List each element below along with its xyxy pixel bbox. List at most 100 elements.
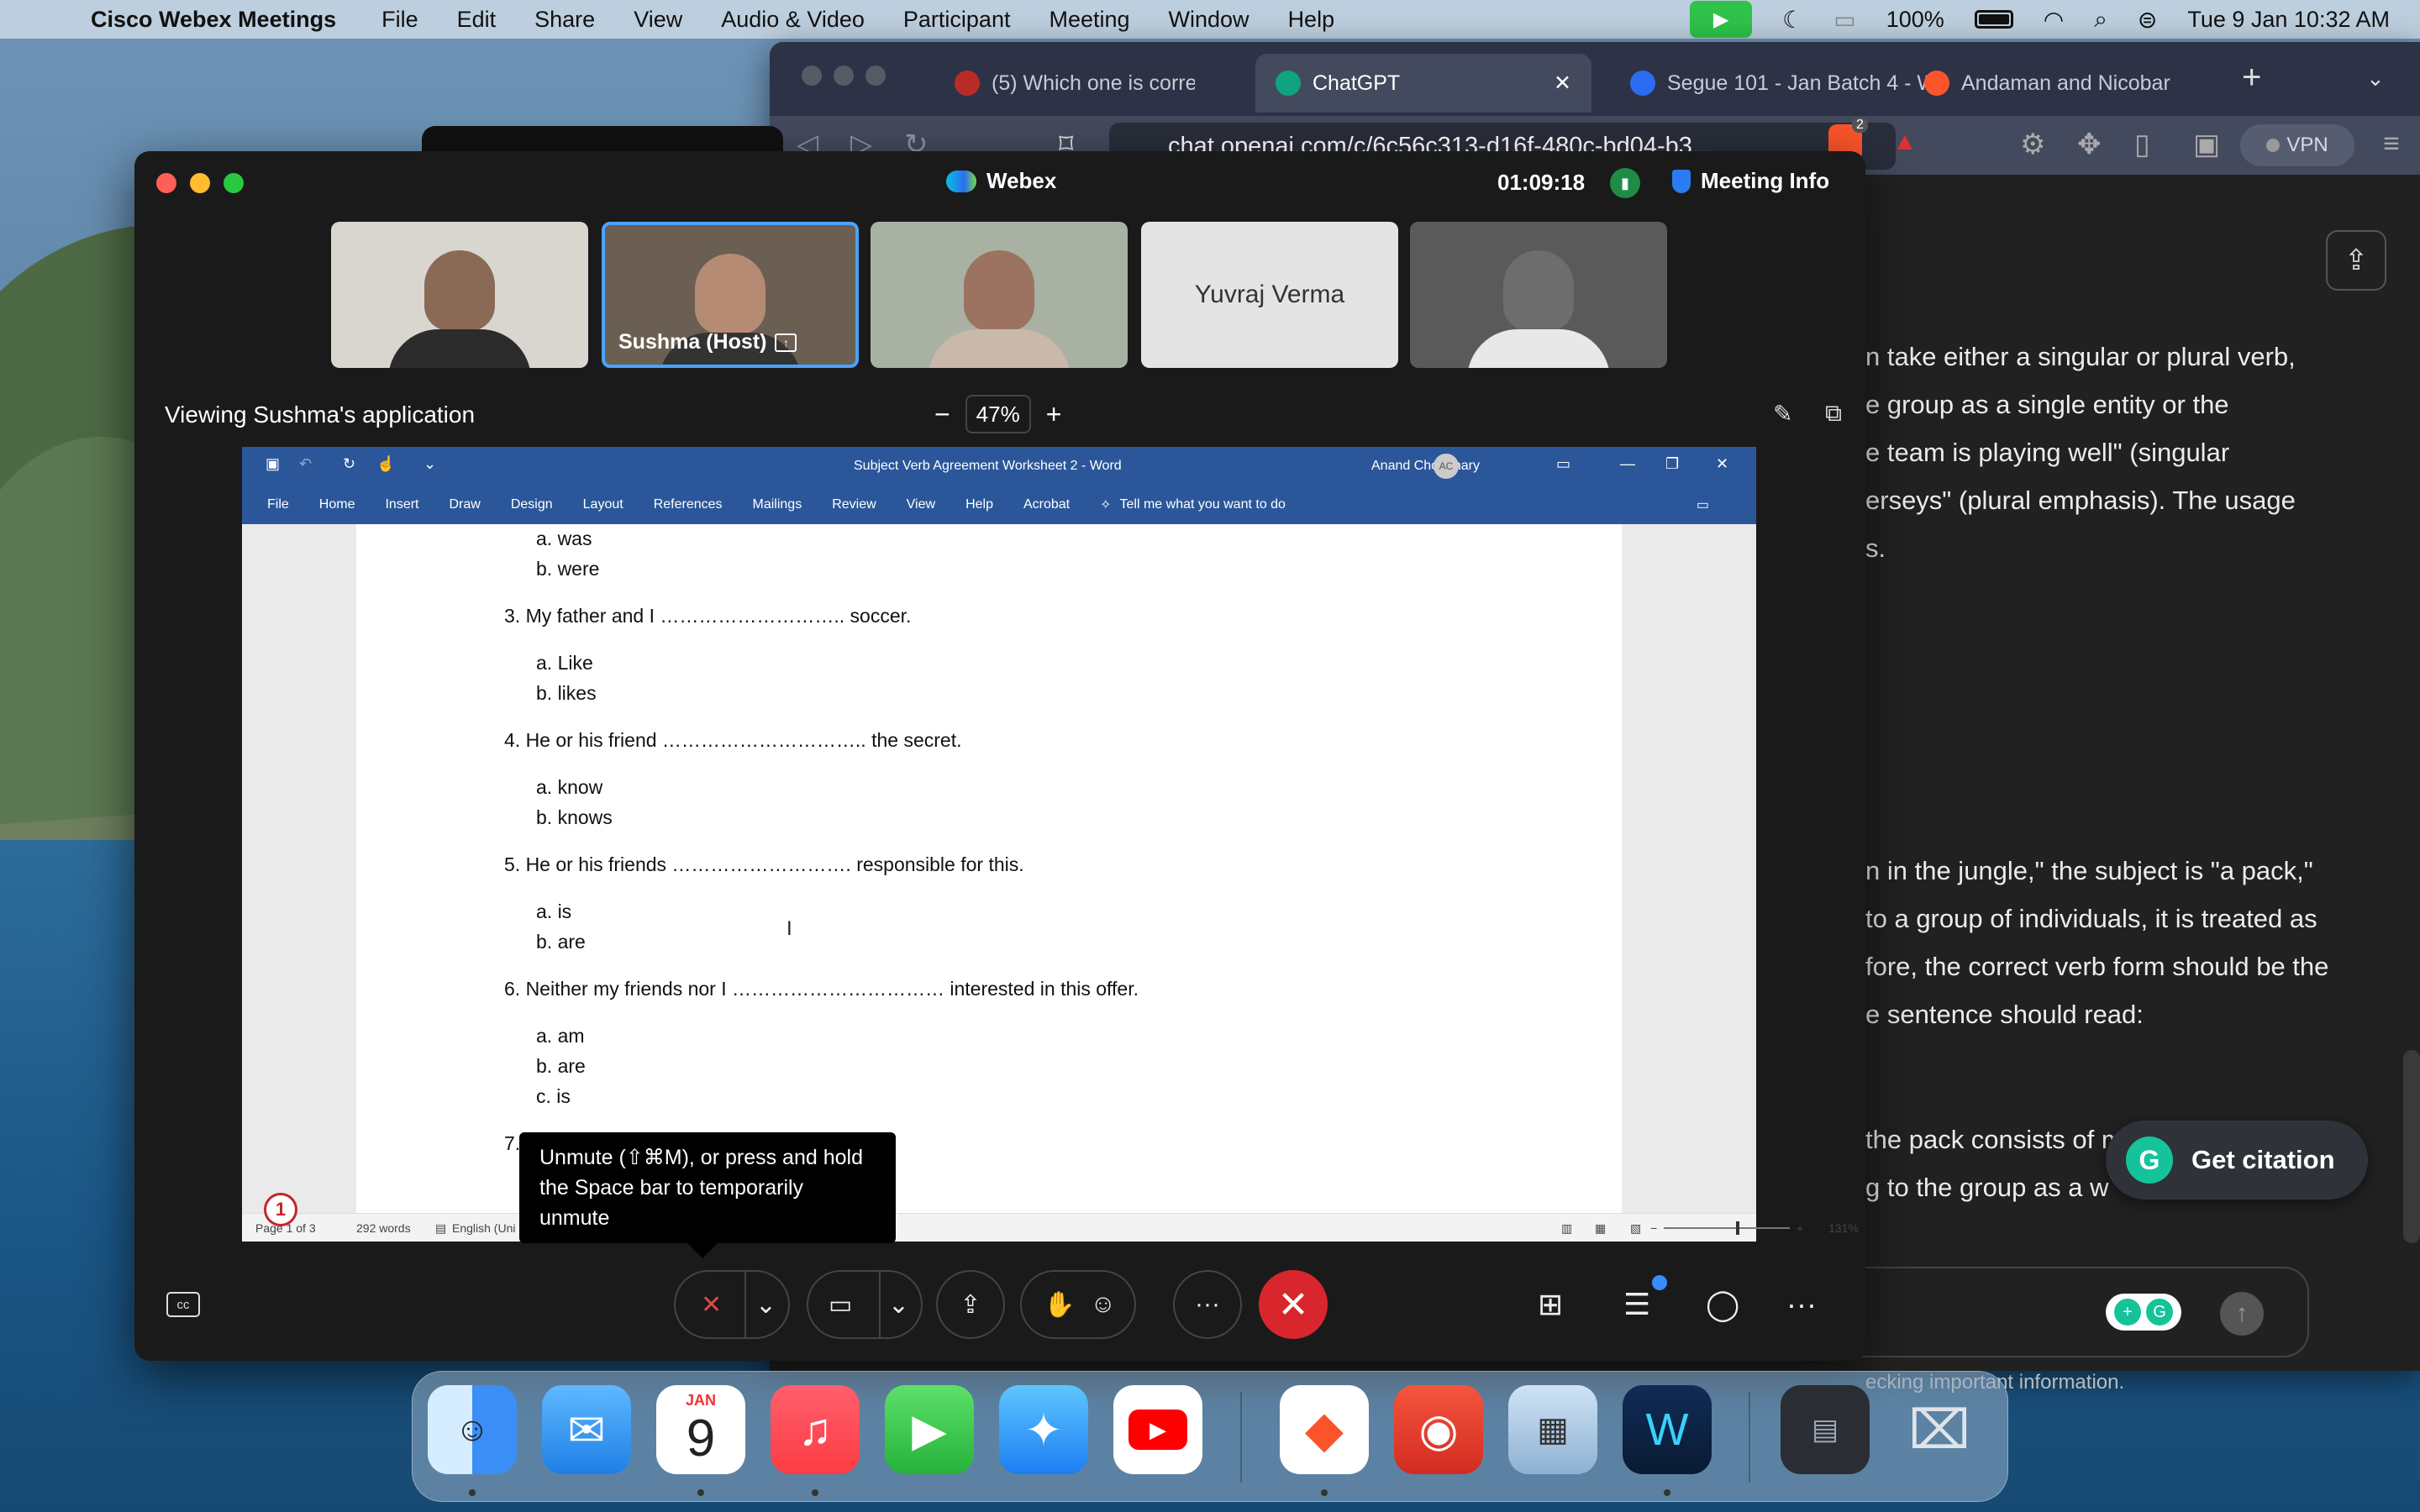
youtube-icon[interactable]: ▶ <box>1113 1385 1202 1474</box>
participant-video[interactable] <box>1410 222 1667 368</box>
leave-meeting-button[interactable]: ✕ <box>1259 1270 1328 1339</box>
zoom-value[interactable]: 47% <box>965 395 1031 433</box>
video-options-chevron-icon[interactable]: ⌄ <box>888 1290 909 1320</box>
notification-badge[interactable]: 1 <box>264 1193 297 1226</box>
browser-tab-brave[interactable]: Andaman and Nicobar - Bra <box>1904 54 2173 113</box>
participant-video-host[interactable]: Sushma (Host) ↑ <box>602 222 859 368</box>
menu-window[interactable]: Window <box>1169 7 1249 33</box>
browser-tab-quora[interactable]: (5) Which one is correct, an <box>934 54 1195 113</box>
search-icon[interactable]: ⌕ <box>2094 6 2107 34</box>
facetime-icon[interactable]: ▶ <box>885 1385 974 1474</box>
menu-share[interactable]: Share <box>534 7 595 33</box>
minimize-window-icon[interactable] <box>190 173 210 193</box>
ribbon-tab-draw[interactable]: Draw <box>449 497 480 512</box>
ribbon-tab-mailings[interactable]: Mailings <box>753 497 802 512</box>
ribbon-tab-acrobat[interactable]: Acrobat <box>1023 497 1070 512</box>
chat-scrollbar[interactable] <box>2403 1050 2420 1243</box>
menu-help[interactable]: Help <box>1288 7 1335 33</box>
ribbon-tab-insert[interactable]: Insert <box>385 497 418 512</box>
vpn-button[interactable]: VPN <box>2240 124 2354 166</box>
zoom-in-icon[interactable]: + <box>1797 1221 1803 1235</box>
status-language[interactable]: English (Uni <box>452 1221 515 1235</box>
touch-mode-icon[interactable]: ☝ <box>376 455 395 473</box>
menu-file[interactable]: File <box>381 7 418 33</box>
video-button[interactable]: ▭ ⌄ <box>807 1270 923 1339</box>
connection-quality-icon[interactable]: ▮ <box>1610 168 1640 198</box>
participant-tile-no-video[interactable]: Yuvraj Verma <box>1141 222 1398 368</box>
browser-tab-webex[interactable]: Segue 101 - Jan Batch 4 - W <box>1610 54 1929 113</box>
preview-icon[interactable]: ▦ <box>1508 1385 1597 1474</box>
word-user-avatar[interactable]: AC <box>1434 454 1459 479</box>
word-minimize-icon[interactable]: — <box>1620 455 1635 473</box>
webex-dock-icon[interactable]: W <box>1623 1385 1712 1474</box>
sidebar-icon[interactable]: ▭ <box>1833 6 1855 34</box>
zoom-out-icon[interactable]: − <box>1650 1221 1657 1235</box>
tab-list-chevron-icon[interactable]: ⌄ <box>2366 66 2385 92</box>
undo-icon[interactable]: ↶ <box>299 455 312 473</box>
comments-icon[interactable]: ▭ <box>1697 496 1709 513</box>
annotate-icon[interactable]: ✎ <box>1773 400 1792 428</box>
ribbon-display-icon[interactable]: ▭ <box>1556 455 1570 473</box>
participant-video[interactable] <box>331 222 588 368</box>
zoom-window-icon[interactable] <box>224 173 244 193</box>
share-icon[interactable]: ⇪ <box>2326 230 2386 291</box>
ribbon-tab-review[interactable]: Review <box>832 497 876 512</box>
ribbon-tab-view[interactable]: View <box>907 497 935 512</box>
menu-participant[interactable]: Participant <box>903 7 1011 33</box>
tell-me-search[interactable]: Tell me what you want to do <box>1120 497 1286 512</box>
ribbon-tab-help[interactable]: Help <box>965 497 993 512</box>
finder-icon[interactable]: ☺ <box>428 1385 517 1474</box>
zoom-dot-icon[interactable] <box>865 66 886 86</box>
closed-captions-icon[interactable]: cc <box>166 1292 200 1317</box>
music-icon[interactable]: ♫ <box>771 1385 860 1474</box>
downloads-stack-icon[interactable]: ▤ <box>1781 1385 1870 1474</box>
customize-toolbar-icon[interactable]: ⌄ <box>424 455 436 473</box>
chat-composer[interactable]: + G ↑ <box>1862 1267 2309 1357</box>
menu-edit[interactable]: Edit <box>457 7 497 33</box>
menu-icon[interactable]: ≡ <box>2383 128 2400 160</box>
photo-booth-icon[interactable]: ◉ <box>1394 1385 1483 1474</box>
participant-video[interactable] <box>871 222 1128 368</box>
wifi-icon[interactable]: ◠ <box>2044 6 2064 34</box>
moon-icon[interactable]: ☾ <box>1782 6 1803 34</box>
calendar-icon[interactable]: JAN 9 <box>656 1385 745 1474</box>
close-window-icon[interactable] <box>156 173 176 193</box>
close-tab-icon[interactable]: ✕ <box>1554 71 1571 96</box>
menu-audio-video[interactable]: Audio & Video <box>721 7 865 33</box>
zoom-slider-thumb[interactable] <box>1736 1221 1739 1235</box>
brave-browser-icon[interactable]: ◆ <box>1280 1385 1369 1474</box>
proofing-icon[interactable]: ▤ <box>435 1221 446 1236</box>
close-dot-icon[interactable] <box>802 66 822 86</box>
ribbon-tab-layout[interactable]: Layout <box>583 497 623 512</box>
get-citation-button[interactable]: G Get citation <box>2106 1121 2368 1200</box>
more-options-button[interactable]: ··· <box>1173 1270 1242 1339</box>
save-icon[interactable]: ▣ <box>266 455 280 473</box>
word-document-page[interactable]: a. was b. were 3. My father and I ………………… <box>356 524 1622 1213</box>
ribbon-tab-home[interactable]: Home <box>319 497 355 512</box>
reactions-icon[interactable]: ☺ <box>1090 1290 1116 1319</box>
mute-button[interactable]: ✕ ⌄ <box>674 1270 790 1339</box>
menu-view[interactable]: View <box>634 7 682 33</box>
safari-icon[interactable]: ✦ <box>999 1385 1088 1474</box>
chat-icon[interactable]: ◯ <box>1706 1287 1739 1322</box>
brave-rewards-icon[interactable]: ▲ <box>1892 128 1918 156</box>
control-center-icon[interactable]: ⊜ <box>2138 6 2157 34</box>
apple-menu-icon[interactable] <box>34 5 60 34</box>
read-mode-icon[interactable]: ▥ <box>1561 1221 1572 1236</box>
participants-icon[interactable]: ☰ <box>1623 1287 1650 1322</box>
ribbon-tab-design[interactable]: Design <box>511 497 553 512</box>
audio-options-chevron-icon[interactable]: ⌄ <box>755 1290 776 1320</box>
sidebar-toggle-icon[interactable]: ▯ <box>2134 128 2150 161</box>
redo-icon[interactable]: ↻ <box>343 455 355 473</box>
menubar-clock[interactable]: Tue 9 Jan 10:32 AM <box>2187 7 2390 33</box>
extension-icon[interactable]: ⚙ <box>2020 128 2045 161</box>
remote-control-icon[interactable]: ⧉ <box>1825 400 1842 428</box>
zoom-slider[interactable] <box>1664 1227 1790 1229</box>
word-close-icon[interactable]: ✕ <box>1716 455 1728 473</box>
trash-icon[interactable]: ⌧ <box>1895 1385 1984 1474</box>
web-layout-icon[interactable]: ▧ <box>1630 1221 1641 1236</box>
zoom-out-button[interactable]: − <box>934 399 950 430</box>
grammarly-widget[interactable]: + G <box>2106 1294 2181 1331</box>
app-menu-name[interactable]: Cisco Webex Meetings <box>91 7 336 33</box>
zoom-in-button[interactable]: + <box>1046 399 1062 430</box>
